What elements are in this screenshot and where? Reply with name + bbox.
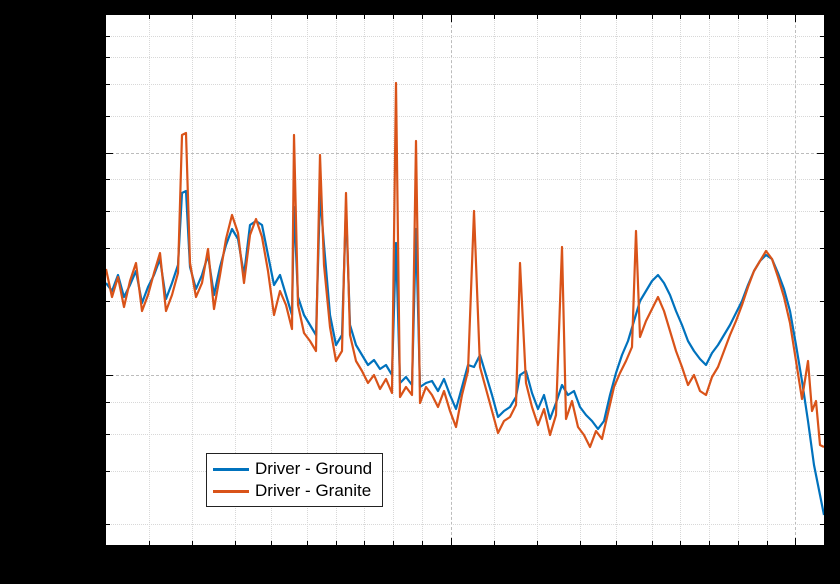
legend-label-ground: Driver - Ground xyxy=(255,459,372,479)
series-granite xyxy=(106,83,824,447)
legend-label-granite: Driver - Granite xyxy=(255,481,371,501)
legend: Driver - Ground Driver - Granite xyxy=(206,453,383,507)
legend-swatch-ground xyxy=(213,468,249,471)
plot-area: Driver - Ground Driver - Granite xyxy=(105,14,825,546)
legend-item-granite: Driver - Granite xyxy=(213,480,372,502)
legend-item-ground: Driver - Ground xyxy=(213,458,372,480)
legend-swatch-granite xyxy=(213,490,249,493)
